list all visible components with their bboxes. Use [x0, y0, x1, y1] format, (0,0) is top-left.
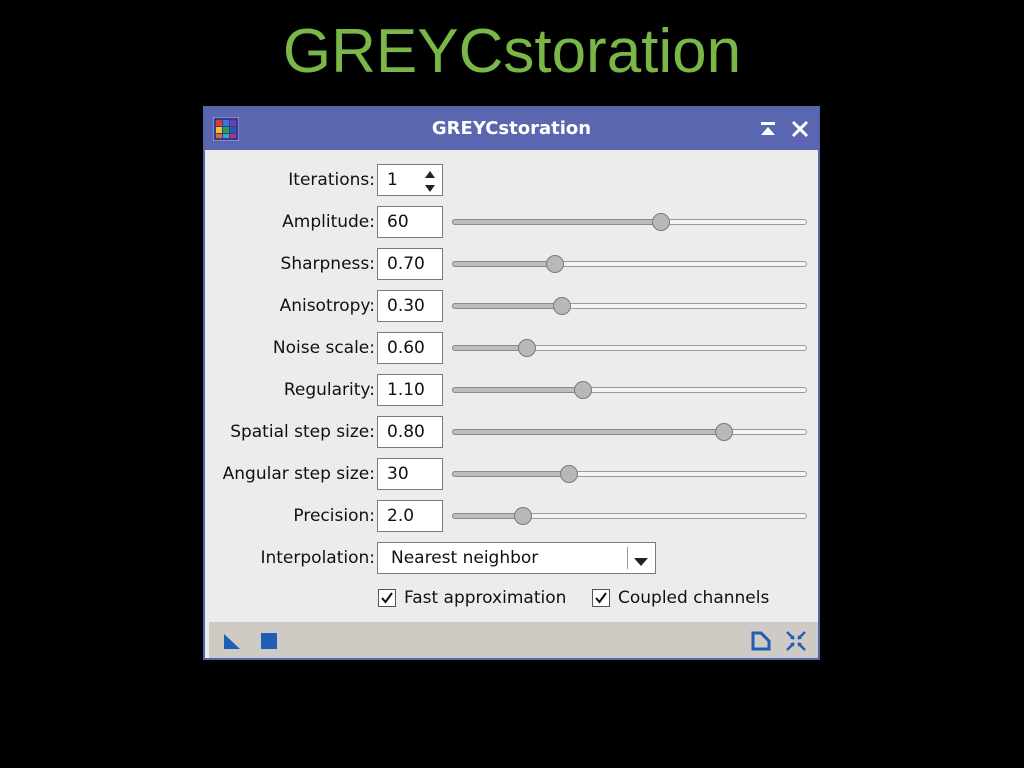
reset-icon[interactable]	[785, 630, 807, 652]
slider-fill	[452, 471, 569, 477]
slider-fill	[452, 429, 724, 435]
square-icon[interactable]	[258, 630, 280, 652]
precision-input[interactable]: 2.0	[377, 500, 443, 532]
anisotropy-slider[interactable]	[452, 297, 807, 315]
slider-fill	[452, 303, 562, 309]
angular-step-size-slider-handle[interactable]	[560, 465, 578, 483]
sharpness-input[interactable]: 0.70	[377, 248, 443, 280]
precision-row: Precision: 2.0	[209, 500, 818, 532]
spin-down-icon[interactable]	[420, 181, 440, 195]
sharpness-label: Sharpness:	[280, 254, 375, 274]
regularity-slider[interactable]	[452, 381, 807, 399]
amplitude-row: Amplitude: 60	[209, 206, 818, 238]
noise-scale-input[interactable]: 0.60	[377, 332, 443, 364]
sharpness-row: Sharpness: 0.70	[209, 248, 818, 280]
regularity-input[interactable]: 1.10	[377, 374, 443, 406]
interpolation-value[interactable]: Nearest neighbor	[391, 543, 538, 573]
dialog-body: Iterations: 1 Amplitude: 60 Sharpness: 0.70…	[209, 150, 818, 618]
interpolation-label: Interpolation:	[260, 548, 375, 568]
iterations-row: Iterations: 1	[209, 164, 818, 196]
triangle-icon[interactable]	[221, 630, 243, 652]
anisotropy-label: Anisotropy:	[279, 296, 375, 316]
spatial-step-size-input[interactable]: 0.80	[377, 416, 443, 448]
spin-up-icon[interactable]	[420, 166, 440, 180]
angular-step-size-row: Angular step size: 30	[209, 458, 818, 490]
noise-scale-label: Noise scale:	[272, 338, 375, 358]
anisotropy-row: Anisotropy: 0.30	[209, 290, 818, 322]
slider-fill	[452, 387, 583, 393]
precision-slider-handle[interactable]	[514, 507, 532, 525]
spatial-step-size-row: Spatial step size: 0.80	[209, 416, 818, 448]
fast-approximation-label[interactable]: Fast approximation	[404, 585, 566, 611]
anisotropy-input[interactable]: 0.30	[377, 290, 443, 322]
sharpness-slider-handle[interactable]	[546, 255, 564, 273]
angular-step-size-label: Angular step size:	[222, 464, 375, 484]
close-icon[interactable]	[789, 118, 811, 140]
interpolation-select[interactable]: Nearest neighbor	[377, 542, 656, 574]
iterations-spinbox[interactable]: 1	[377, 164, 443, 196]
dialog-footer	[209, 622, 818, 658]
regularity-slider-handle[interactable]	[574, 381, 592, 399]
spatial-step-size-label: Spatial step size:	[230, 422, 375, 442]
slider-fill	[452, 219, 661, 225]
amplitude-slider-handle[interactable]	[652, 213, 670, 231]
anisotropy-slider-handle[interactable]	[553, 297, 571, 315]
regularity-row: Regularity: 1.10	[209, 374, 818, 406]
options-row: Fast approximation Coupled channels	[209, 585, 818, 611]
select-divider	[627, 547, 628, 569]
amplitude-input[interactable]: 60	[377, 206, 443, 238]
angular-step-size-slider[interactable]	[452, 465, 807, 483]
slider-fill	[452, 513, 523, 519]
document-icon[interactable]	[750, 630, 772, 652]
coupled-channels-checkbox[interactable]	[592, 589, 610, 607]
noise-scale-row: Noise scale: 0.60	[209, 332, 818, 364]
amplitude-label: Amplitude:	[282, 212, 375, 232]
slide-title: GREYCstoration	[282, 17, 742, 86]
amplitude-slider[interactable]	[452, 213, 807, 231]
coupled-channels-label[interactable]: Coupled channels	[618, 585, 769, 611]
noise-scale-slider-handle[interactable]	[518, 339, 536, 357]
spatial-step-size-slider-handle[interactable]	[715, 423, 733, 441]
fast-approximation-checkbox[interactable]	[378, 589, 396, 607]
sharpness-slider[interactable]	[452, 255, 807, 273]
collapse-icon[interactable]	[757, 118, 779, 140]
precision-label: Precision:	[293, 506, 375, 526]
regularity-label: Regularity:	[283, 380, 375, 400]
slider-fill	[452, 345, 527, 351]
angular-step-size-input[interactable]: 30	[377, 458, 443, 490]
slider-fill	[452, 261, 555, 267]
precision-slider[interactable]	[452, 507, 807, 525]
title-bar[interactable]: GREYCstoration	[205, 108, 818, 150]
interpolation-row: Interpolation: Nearest neighbor	[209, 542, 818, 574]
window-title: GREYCstoration	[431, 118, 592, 139]
greycstoration-dialog: GREYCstoration Iterations: 1 Amplitude: …	[203, 106, 820, 660]
iterations-label: Iterations:	[288, 170, 375, 190]
spatial-step-size-slider[interactable]	[452, 423, 807, 441]
iterations-value[interactable]: 1	[387, 165, 398, 195]
noise-scale-slider[interactable]	[452, 339, 807, 357]
chevron-down-icon[interactable]	[632, 553, 650, 572]
